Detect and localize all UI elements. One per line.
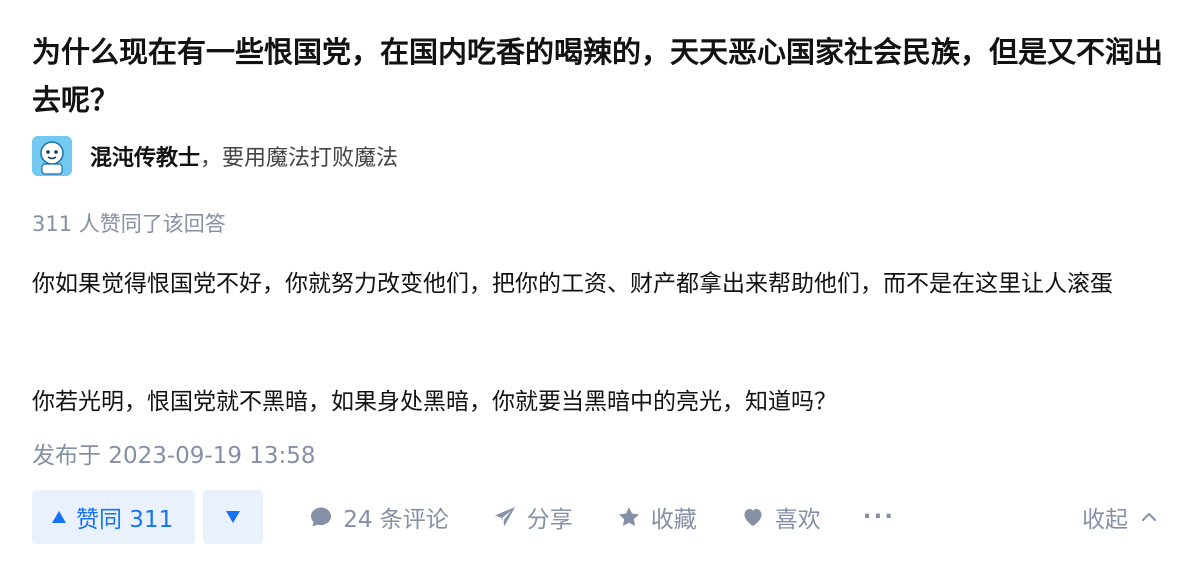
- share-label: 分享: [526, 507, 573, 533]
- avatar[interactable]: [32, 136, 72, 176]
- triangle-up-icon: [52, 511, 66, 523]
- star-icon: [618, 507, 639, 526]
- favorite-label: 收藏: [650, 507, 697, 533]
- upvote-button[interactable]: 赞同 311: [32, 490, 196, 544]
- author-name[interactable]: 混沌传教士: [90, 140, 200, 172]
- like-label: 喜欢: [774, 507, 821, 533]
- author-info: 混沌传教士 ， 要用魔法打败魔法: [32, 136, 398, 176]
- paper-plane-icon: [494, 507, 515, 526]
- favorite-button[interactable]: 收藏: [617, 500, 697, 534]
- collapse-label: 收起: [1082, 507, 1128, 533]
- action-bar: 赞同 311 24 条评论 分享 收藏 喜欢 ··· 收起: [32, 490, 1172, 544]
- author-separator: ，: [200, 146, 223, 171]
- more-button[interactable]: ···: [863, 504, 895, 530]
- upvote-label: 赞同 311: [76, 507, 174, 533]
- more-icon: ···: [862, 504, 896, 530]
- collapse-button[interactable]: 收起: [1082, 500, 1168, 534]
- chevron-up-icon: [1142, 513, 1156, 521]
- comments-button[interactable]: 24 条评论: [309, 500, 449, 534]
- downvote-button[interactable]: [203, 490, 264, 544]
- like-button[interactable]: 喜欢: [741, 500, 821, 534]
- publish-time[interactable]: 发布于 2023-09-19 13:58: [32, 436, 316, 470]
- heart-icon: [744, 509, 762, 526]
- avatar-image: [32, 136, 72, 176]
- answer-paragraph: 你如果觉得恨国党不好，你就努力改变他们，把你的工资、财产都拿出来帮助他们，而不是…: [32, 271, 1113, 297]
- comment-bubble-icon: [311, 507, 332, 527]
- question-title[interactable]: 为什么现在有一些恨国党，在国内吃香的喝辣的，天天恶心国家社会民族，但是又不润出去…: [32, 28, 1172, 124]
- author-bio: 要用魔法打败魔法: [222, 146, 399, 171]
- answer-paragraph: 你若光明，恨国党就不黑暗，如果身处黑暗，你就要当黑暗中的亮光，知道吗？: [32, 389, 837, 415]
- share-button[interactable]: 分享: [493, 500, 573, 534]
- votes-summary[interactable]: 311 人赞同了该回答: [32, 208, 226, 238]
- triangle-down-icon: [226, 511, 241, 523]
- comments-label: 24 条评论: [343, 507, 449, 533]
